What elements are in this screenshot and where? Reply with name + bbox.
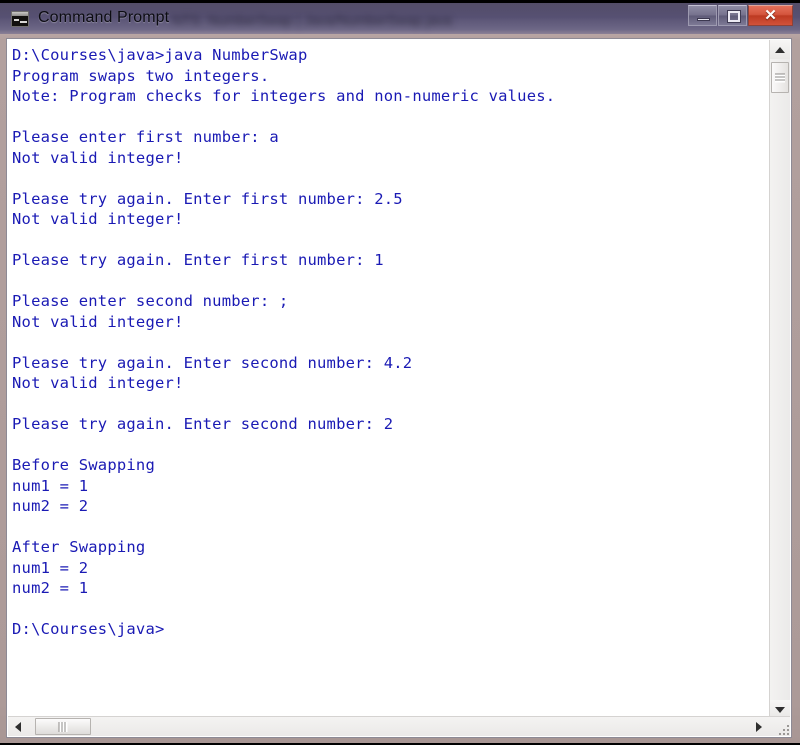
console-line: num1 = 1 bbox=[12, 476, 89, 495]
vertical-scrollbar-thumb[interactable] bbox=[771, 62, 789, 93]
minimize-button[interactable] bbox=[688, 5, 717, 26]
console-line: D:\Courses\java>java NumberSwap bbox=[12, 46, 308, 64]
minimize-icon bbox=[697, 18, 710, 21]
scroll-left-button[interactable] bbox=[8, 717, 28, 736]
maximize-button[interactable] bbox=[718, 5, 747, 26]
console-line: Please try again. Enter first number: 1 bbox=[12, 251, 384, 269]
console-line: Please try again. Enter second number: 2 bbox=[12, 415, 394, 433]
chevron-right-icon bbox=[756, 721, 762, 732]
horizontal-scrollbar-thumb[interactable] bbox=[35, 718, 91, 735]
chevron-down-icon bbox=[775, 706, 785, 713]
icon-title-strip bbox=[12, 12, 28, 16]
window-title: Command Prompt bbox=[38, 9, 170, 26]
title-bar[interactable]: Command Prompt NTS: NumberSwap | Java/Nu… bbox=[0, 3, 800, 34]
scrollbar-grip-icon bbox=[775, 73, 785, 82]
console-line: Before Swapping bbox=[12, 456, 155, 474]
console-line: Not valid integer! bbox=[12, 312, 184, 331]
console-line: Please try again. Enter first number: 2.… bbox=[12, 189, 403, 208]
console-line: Note: Program checks for integers and no… bbox=[12, 87, 556, 105]
command-prompt-window: Command Prompt NTS: NumberSwap | Java/Nu… bbox=[0, 0, 800, 745]
close-icon: ✕ bbox=[764, 7, 777, 24]
console-line: num2 = 2 bbox=[12, 497, 89, 515]
console-line: Not valid integer! bbox=[12, 210, 184, 228]
maximize-icon bbox=[728, 11, 740, 22]
console-line: num1 = 2 bbox=[12, 558, 89, 577]
console-client-area: D:\Courses\java>java NumberSwap Program s… bbox=[6, 38, 792, 738]
chevron-left-icon bbox=[15, 721, 21, 732]
cmd-console-icon bbox=[11, 11, 29, 27]
console-line: Not valid integer! bbox=[12, 374, 184, 392]
window-resize-grip[interactable] bbox=[775, 721, 789, 735]
console-surface[interactable]: D:\Courses\java>java NumberSwap Program s… bbox=[7, 39, 791, 737]
scroll-up-button[interactable] bbox=[770, 40, 790, 59]
console-line: D:\Courses\java> bbox=[12, 620, 165, 638]
window-controls: ✕ bbox=[687, 5, 793, 28]
scroll-right-button[interactable] bbox=[749, 717, 769, 736]
vertical-scrollbar[interactable] bbox=[769, 40, 790, 719]
console-line: After Swapping bbox=[12, 538, 146, 556]
icon-prompt-mark bbox=[14, 19, 19, 21]
window-title-secondary-blurred: NTS: NumberSwap | Java/NumberSwap.java bbox=[172, 12, 452, 28]
console-line: num2 = 1 bbox=[12, 579, 89, 597]
console-line: Please enter second number: ; bbox=[12, 292, 289, 310]
console-line: Please try again. Enter second number: 4… bbox=[12, 353, 413, 372]
console-line: Program swaps two integers. bbox=[12, 66, 270, 85]
horizontal-scrollbar[interactable] bbox=[8, 716, 790, 736]
scrollbar-grip-icon bbox=[58, 721, 68, 732]
console-line: Please enter first number: a bbox=[12, 128, 279, 146]
chevron-up-icon bbox=[775, 46, 785, 53]
close-button[interactable]: ✕ bbox=[748, 5, 793, 26]
console-line: Not valid integer! bbox=[12, 148, 184, 167]
console-output-text: D:\Courses\java>java NumberSwap Program s… bbox=[12, 45, 752, 707]
icon-cursor-mark bbox=[20, 21, 27, 23]
